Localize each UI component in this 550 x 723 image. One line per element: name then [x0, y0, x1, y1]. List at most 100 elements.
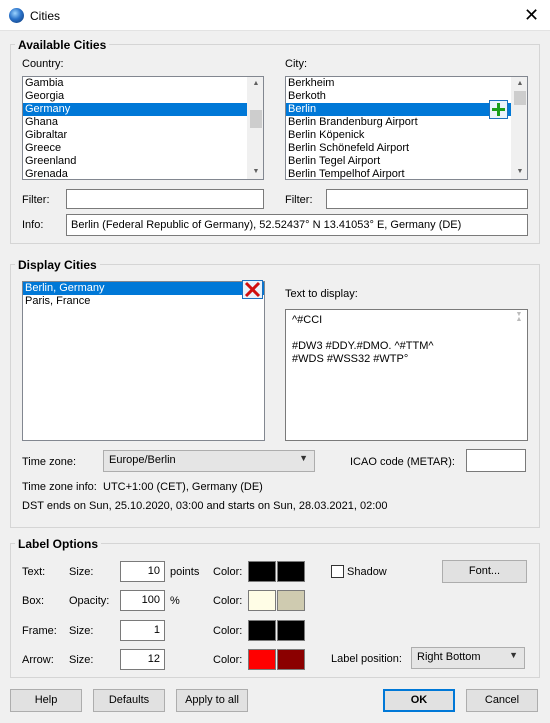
country-list-scrollbar[interactable]: ▲ ▼: [247, 77, 263, 179]
scroll-up-icon[interactable]: ▲: [512, 77, 527, 91]
scroll-thumb[interactable]: [250, 110, 262, 128]
frame-row-label: Frame:: [22, 625, 57, 637]
country-list-item[interactable]: Germany: [23, 103, 263, 116]
arrow-size-input[interactable]: 12: [120, 649, 165, 670]
available-cities-heading: Available Cities: [15, 38, 110, 52]
text-line: ^#CCI: [292, 314, 323, 326]
plus-icon[interactable]: [489, 100, 508, 119]
country-list-item[interactable]: Grenada: [23, 168, 263, 179]
text-color-swatch[interactable]: [248, 561, 276, 582]
country-list-item[interactable]: Ghana: [23, 116, 263, 129]
dst-info: DST ends on Sun, 25.10.2020, 03:00 and s…: [22, 500, 388, 512]
city-list-scrollbar[interactable]: ▲ ▼: [511, 77, 527, 179]
text-size-label: Size:: [69, 566, 94, 578]
text-size-input[interactable]: 10: [120, 561, 165, 582]
box-color-label: Color:: [213, 595, 243, 607]
text-to-display-field[interactable]: ^#CCI #DW3 #DDY.#DMO. ^#TTM^ #WDS #WSS32…: [285, 309, 528, 441]
text-color-label: Color:: [213, 566, 243, 578]
arrow-color-swatch[interactable]: [248, 649, 276, 670]
scroll-thumb[interactable]: [514, 91, 526, 105]
timezone-value: Europe/Berlin: [109, 454, 176, 466]
arrow-color-label: Color:: [213, 654, 243, 666]
city-list-item[interactable]: Berlin Tegel Airport: [286, 155, 527, 168]
chevron-down-icon: ▼: [509, 650, 518, 660]
display-cities-heading: Display Cities: [15, 258, 100, 272]
cancel-button[interactable]: Cancel: [466, 689, 538, 712]
text-line: [292, 327, 521, 340]
scroll-up-icon[interactable]: ▲: [248, 77, 263, 91]
memo-scrollbar[interactable]: ▲ ▼: [511, 311, 527, 324]
country-filter-label: Filter:: [22, 194, 50, 206]
display-city-item[interactable]: Paris, France: [23, 295, 264, 308]
city-list-item[interactable]: Berlin Tempelhof Airport: [286, 168, 527, 179]
apply-to-all-button[interactable]: Apply to all: [176, 689, 248, 712]
text-to-display-label: Text to display:: [285, 288, 358, 300]
country-list-item[interactable]: Greenland: [23, 155, 263, 168]
city-filter-label: Filter:: [285, 194, 313, 206]
city-list-item[interactable]: Berlin Schönefeld Airport: [286, 142, 527, 155]
shadow-checkbox[interactable]: [331, 565, 344, 578]
label-position-value: Right Bottom: [417, 651, 481, 663]
text-color-swatch-2[interactable]: [277, 561, 305, 582]
text-line: #WDS #WSS32 #WTP°: [292, 353, 409, 365]
country-list-item[interactable]: Gambia: [23, 77, 263, 90]
x-icon-glyph: [244, 281, 261, 298]
text-size-unit: points: [170, 566, 200, 578]
timezone-select[interactable]: Europe/Berlin ▼: [103, 450, 315, 472]
timezone-label: Time zone:: [22, 456, 77, 468]
arrow-color-swatch-2[interactable]: [277, 649, 305, 670]
city-list-item[interactable]: Berkheim: [286, 77, 527, 90]
timezone-info-label: Time zone info:: [22, 481, 97, 493]
ok-button[interactable]: OK: [383, 689, 455, 712]
scroll-down-icon[interactable]: ▼: [511, 308, 527, 322]
close-icon[interactable]: ✕: [524, 5, 539, 25]
box-color-swatch-2[interactable]: [277, 590, 305, 611]
frame-size-input[interactable]: 1: [120, 620, 165, 641]
defaults-button[interactable]: Defaults: [93, 689, 165, 712]
chevron-down-icon: ▼: [299, 453, 308, 463]
display-city-item[interactable]: Berlin, Germany: [23, 282, 264, 295]
text-line: #DW3 #DDY.#DMO. ^#TTM^: [292, 340, 434, 352]
city-filter-input[interactable]: [326, 189, 528, 209]
frame-color-swatch-2[interactable]: [277, 620, 305, 641]
box-opacity-label: Opacity:: [69, 595, 110, 607]
scroll-down-icon[interactable]: ▼: [248, 165, 263, 179]
city-list[interactable]: Berkheim Berkoth Berlin Berlin Brandenburg …: [285, 76, 528, 180]
country-list-items: Gambia Georgia Germany Ghana Gibraltar Greece…: [23, 77, 263, 179]
country-filter-input[interactable]: [66, 189, 264, 209]
timezone-info-value: UTC+1:00 (CET), Germany (DE): [103, 481, 263, 493]
window-title: Cities: [30, 9, 61, 23]
city-label: City:: [285, 58, 307, 70]
box-row-label: Box:: [22, 595, 45, 607]
label-position-select[interactable]: Right Bottom ▼: [411, 647, 525, 669]
text-row-label: Text:: [22, 566, 46, 578]
frame-color-swatch[interactable]: [248, 620, 276, 641]
country-list-item[interactable]: Gibraltar: [23, 129, 263, 142]
info-label: Info:: [22, 219, 44, 231]
box-opacity-unit: %: [170, 595, 180, 607]
font-button[interactable]: Font...: [442, 560, 527, 583]
info-field: Berlin (Federal Republic of Germany), 52…: [66, 214, 528, 236]
country-list-item[interactable]: Georgia: [23, 90, 263, 103]
help-button[interactable]: Help: [10, 689, 82, 712]
icao-label: ICAO code (METAR):: [350, 456, 455, 468]
x-icon[interactable]: [242, 280, 263, 299]
country-list[interactable]: Gambia Georgia Germany Ghana Gibraltar Greece…: [22, 76, 264, 180]
scroll-down-icon[interactable]: ▼: [512, 165, 527, 179]
title-bar: [0, 0, 550, 31]
plus-icon-glyph: [492, 103, 505, 116]
country-list-item[interactable]: Greece: [23, 142, 263, 155]
label-position-label: Label position:: [331, 653, 402, 665]
display-cities-list[interactable]: Berlin, Germany Paris, France: [22, 281, 265, 441]
box-opacity-input[interactable]: 100: [120, 590, 165, 611]
arrow-size-label: Size:: [69, 654, 94, 666]
label-options-heading: Label Options: [15, 537, 102, 551]
city-list-item[interactable]: Berlin Köpenick: [286, 129, 527, 142]
city-list-items: Berkheim Berkoth Berlin Berlin Brandenburg …: [286, 77, 527, 179]
display-list-items: Berlin, Germany Paris, France: [23, 282, 264, 308]
box-color-swatch[interactable]: [248, 590, 276, 611]
country-label: Country:: [22, 58, 64, 70]
icao-input[interactable]: [466, 449, 526, 472]
shadow-label: Shadow: [347, 566, 387, 578]
arrow-row-label: Arrow:: [22, 654, 54, 666]
